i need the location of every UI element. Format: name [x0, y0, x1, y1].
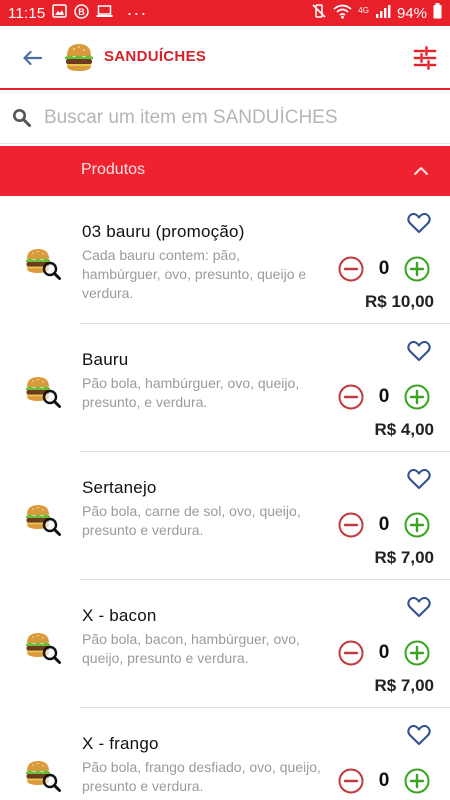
product-description: Pão bola, hambúrguer, ovo, queijo, presu…	[82, 375, 300, 410]
burger-zoom-thumbnail-icon[interactable]	[24, 501, 62, 539]
product-description: Cada bauru contem: pão, hambúrguer, ovo,…	[82, 247, 307, 301]
filter-sliders-icon	[413, 46, 437, 70]
category-header[interactable]: Produtos	[0, 146, 450, 196]
favorite-heart-icon[interactable]	[407, 340, 431, 362]
product-description: Pão bola, carne de sol, ovo, queijo, pre…	[82, 503, 301, 538]
product-row[interactable]: Bauru Pão bola, hambúrguer, ovo, queijo,…	[0, 324, 450, 452]
favorite-heart-icon[interactable]	[407, 468, 431, 490]
b-circle-icon: B	[74, 3, 90, 23]
signal-icon	[375, 4, 391, 22]
filter-button[interactable]	[412, 46, 438, 70]
plus-circle-icon[interactable]	[404, 640, 430, 666]
product-name: Bauru	[82, 350, 129, 369]
favorite-heart-icon[interactable]	[407, 724, 431, 746]
minus-circle-icon[interactable]	[338, 768, 364, 794]
quantity-value: 0	[378, 258, 390, 279]
quantity-value: 0	[378, 642, 390, 663]
category-logo-burger-icon	[62, 40, 96, 74]
quantity-stepper: 0	[338, 384, 434, 410]
more-notifications-icon: ···	[126, 2, 148, 23]
status-time: 11:15	[8, 4, 46, 22]
product-name: 03 bauru (promoção)	[82, 222, 245, 241]
product-list: 03 bauru (promoção) Cada bauru contem: p…	[0, 196, 450, 800]
battery-icon	[433, 3, 442, 23]
quantity-value: 0	[378, 386, 390, 407]
app-header: SANDUÍCHES	[0, 26, 450, 90]
burger-zoom-thumbnail-icon[interactable]	[24, 245, 62, 283]
minus-circle-icon[interactable]	[338, 256, 364, 282]
product-price: R$ 10,00	[365, 292, 434, 311]
product-name: X - frango	[82, 734, 159, 753]
status-bar: 11:15 B ··· 4G 94%	[0, 0, 450, 26]
burger-zoom-thumbnail-icon[interactable]	[24, 629, 62, 667]
minus-circle-icon[interactable]	[338, 640, 364, 666]
product-row[interactable]: X - frango Pão bola, frango desfiado, ov…	[0, 708, 450, 800]
plus-circle-icon[interactable]	[404, 384, 430, 410]
product-name: X - bacon	[82, 606, 157, 625]
back-arrow-icon	[23, 50, 42, 66]
quantity-value: 0	[378, 514, 390, 535]
wifi-icon	[333, 4, 352, 23]
gallery-icon	[52, 4, 68, 22]
quantity-stepper: 0	[338, 640, 434, 666]
product-name: Sertanejo	[82, 478, 157, 497]
product-price: R$ 7,00	[374, 676, 434, 695]
app-screen: 11:15 B ··· 4G 94% SANDUÍCHES Buscar um …	[0, 0, 450, 800]
category-label: Produtos	[81, 161, 146, 178]
page-title: SANDUÍCHES	[104, 48, 207, 65]
plus-circle-icon[interactable]	[404, 768, 430, 794]
search-bar	[0, 92, 450, 144]
search-icon	[12, 108, 32, 128]
back-button[interactable]	[18, 46, 46, 70]
product-row[interactable]: Sertanejo Pão bola, carne de sol, ovo, q…	[0, 452, 450, 580]
favorite-heart-icon[interactable]	[407, 212, 431, 234]
quantity-value: 0	[378, 770, 390, 791]
burger-zoom-thumbnail-icon[interactable]	[24, 373, 62, 411]
battery-percent: 94%	[396, 4, 427, 22]
quantity-stepper: 0	[338, 768, 434, 794]
plus-circle-icon[interactable]	[404, 512, 430, 538]
svg-text:B: B	[79, 7, 86, 17]
search-input[interactable]	[44, 102, 434, 134]
minus-circle-icon[interactable]	[338, 384, 364, 410]
product-row[interactable]: 03 bauru (promoção) Cada bauru contem: p…	[0, 196, 450, 324]
burger-zoom-thumbnail-icon[interactable]	[24, 757, 62, 795]
product-description: Pão bola, frango desfiado, ovo, queijo, …	[82, 759, 321, 794]
product-price: R$ 4,00	[374, 420, 434, 439]
favorite-heart-icon[interactable]	[407, 596, 431, 618]
plus-circle-icon[interactable]	[404, 256, 430, 282]
product-price: R$ 7,00	[374, 548, 434, 567]
product-description: Pão bola, bacon, hambúrguer, ovo, queijo…	[82, 631, 300, 666]
minus-circle-icon[interactable]	[338, 512, 364, 538]
status-left: 11:15 B ···	[8, 3, 147, 24]
quantity-stepper: 0	[338, 512, 434, 538]
mute-vibrate-icon	[311, 3, 327, 23]
status-right: 4G 94%	[311, 3, 442, 23]
quantity-stepper: 0	[338, 256, 434, 282]
product-row[interactable]: X - bacon Pão bola, bacon, hambúrguer, o…	[0, 580, 450, 708]
laptop-icon	[96, 4, 113, 22]
chevron-up-icon[interactable]	[412, 162, 430, 180]
network-type-label: 4G	[358, 6, 369, 15]
